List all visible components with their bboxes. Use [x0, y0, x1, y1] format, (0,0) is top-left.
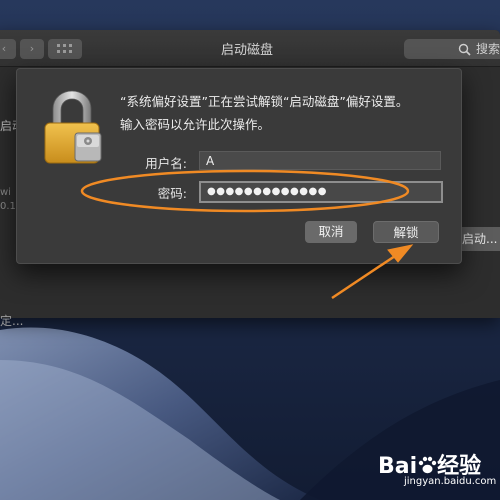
show-all-button[interactable]	[48, 39, 82, 59]
grid-icon	[57, 44, 72, 53]
cancel-button[interactable]: 取消	[305, 221, 357, 243]
password-field[interactable]: ●●●●●●●●●●●●●	[199, 181, 443, 203]
fragment-label: 定...	[0, 314, 24, 328]
username-field[interactable]: A	[199, 151, 441, 170]
dialog-message: “系统偏好设置”正在尝试解锁“启动磁盘”偏好设置。	[120, 94, 409, 109]
search-icon	[458, 39, 471, 62]
back-chevron-icon: ‹	[1, 42, 7, 55]
password-label: 密码:	[157, 186, 187, 201]
authentication-dialog: “系统偏好设置”正在尝试解锁“启动磁盘”偏好设置。 输入密码以允许此次操作。 用…	[16, 68, 462, 264]
window-title: 启动磁盘	[220, 43, 273, 58]
window-titlebar: ‹ › 启动磁盘 搜索	[0, 30, 500, 67]
search-input[interactable]: 搜索	[404, 39, 500, 59]
forward-button[interactable]: ›	[20, 39, 44, 59]
dialog-instruction: 输入密码以允许此次操作。	[120, 117, 271, 132]
watermark-url: jingyan.baidu.com	[404, 476, 497, 487]
back-button[interactable]: ‹	[0, 39, 16, 59]
username-label: 用户名:	[145, 156, 187, 171]
forward-chevron-icon: ›	[29, 42, 35, 55]
fragment-label: 0.1	[0, 201, 16, 212]
fragment-label: wi	[0, 187, 11, 198]
unlock-button[interactable]: 解锁	[373, 221, 439, 243]
search-placeholder: 搜索	[476, 42, 500, 56]
lock-icon	[41, 89, 103, 165]
